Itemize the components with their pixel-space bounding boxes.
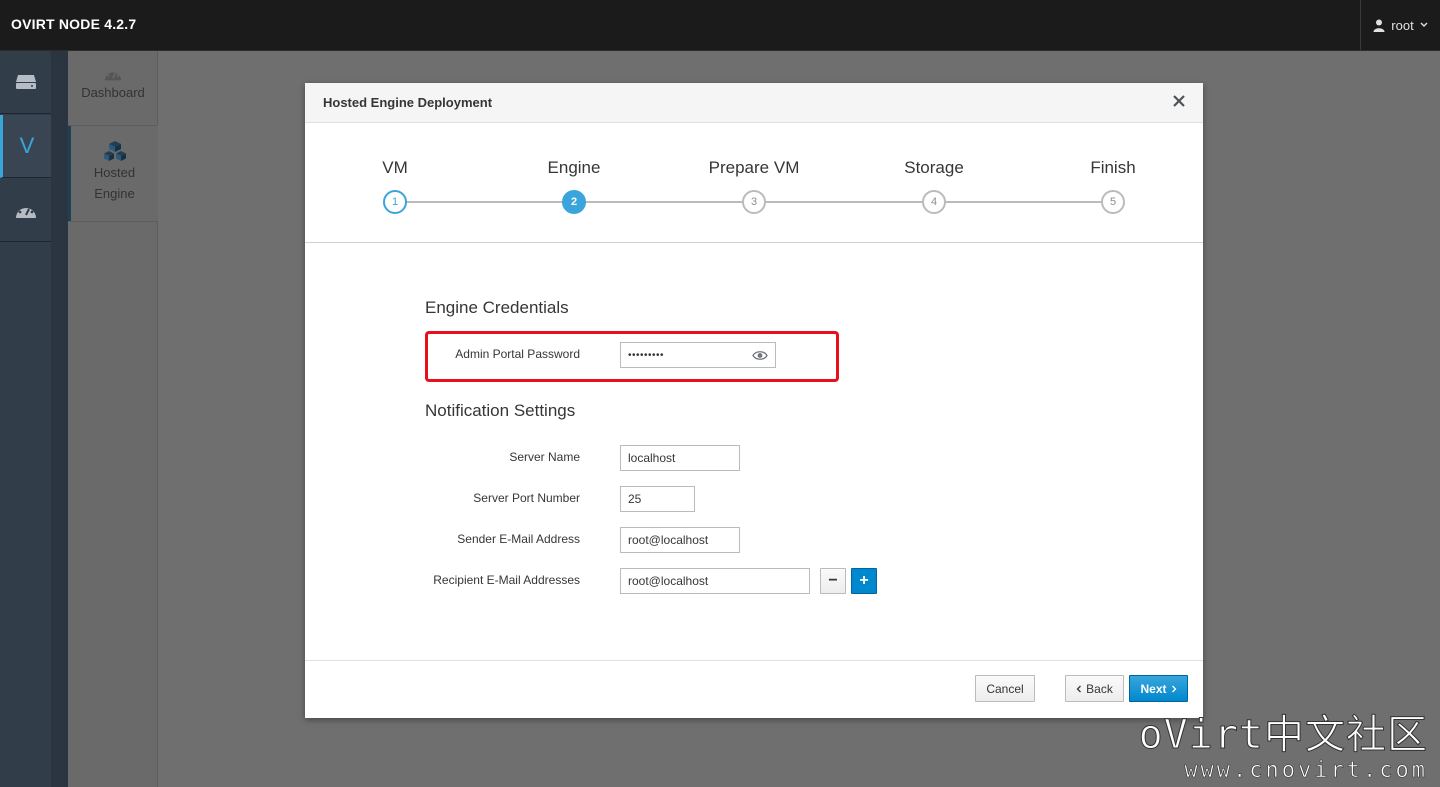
server-icon — [15, 75, 36, 89]
recipient-email-label: Recipient E-Mail Addresses — [433, 573, 580, 587]
step-label-vm[interactable]: VM — [382, 158, 408, 178]
chevron-left-icon — [1076, 685, 1082, 692]
step-circle-1[interactable]: 1 — [383, 190, 407, 214]
cancel-button[interactable]: Cancel — [975, 675, 1035, 702]
next-button[interactable]: Next — [1129, 675, 1188, 702]
step-label-engine[interactable]: Engine — [548, 158, 601, 178]
server-port-input[interactable]: 25 — [620, 486, 695, 512]
sender-email-input[interactable]: root@localhost — [620, 527, 740, 553]
deployment-modal: Hosted Engine Deployment VM 1 Engine 2 P… — [305, 83, 1203, 718]
subnav-label: Dashboard — [81, 85, 145, 100]
recipient-email-value: root@localhost — [628, 574, 709, 588]
close-icon[interactable] — [1171, 93, 1187, 109]
subnav-item-hosted-engine[interactable]: Hosted Engine — [68, 126, 158, 221]
eye-icon[interactable] — [752, 350, 768, 361]
subnav-label-line2: Engine — [94, 186, 135, 201]
sender-email-value: root@localhost — [628, 533, 709, 547]
server-name-value: localhost — [628, 451, 676, 465]
recipient-email-input[interactable]: root@localhost — [620, 568, 810, 594]
password-label: Admin Portal Password — [455, 347, 580, 361]
modal-footer: Cancel Back Next — [305, 660, 1203, 718]
server-name-label: Server Name — [509, 450, 580, 464]
back-label: Back — [1086, 681, 1113, 696]
password-value: ••••••••• — [628, 349, 665, 361]
subnav-item-dashboard[interactable]: Dashboard — [68, 66, 158, 103]
server-port-value: 25 — [628, 492, 642, 506]
virtualization-icon: V — [19, 133, 35, 158]
top-navbar: OVIRT NODE 4.2.7 root — [0, 0, 1440, 51]
server-name-input[interactable]: localhost — [620, 445, 740, 471]
modal-body: Engine Credentials Admin Portal Password… — [305, 244, 1203, 660]
watermark-url: www.cnovirt.com — [1184, 758, 1428, 784]
sender-email-label: Sender E-Mail Address — [457, 532, 580, 546]
rail-item-host[interactable] — [0, 51, 51, 114]
next-label: Next — [1140, 681, 1167, 696]
step-circle-2[interactable]: 2 — [562, 190, 586, 214]
rail-item-virtualization[interactable]: V — [0, 115, 51, 178]
section-title-engine-credentials: Engine Credentials — [425, 298, 569, 317]
cubes-icon — [103, 141, 126, 161]
chevron-right-icon — [1171, 685, 1176, 692]
step-circle-5[interactable]: 5 — [1101, 190, 1125, 214]
user-name: root — [1391, 17, 1414, 33]
wizard-steps: VM 1 Engine 2 Prepare VM 3 Storage 4 Fin… — [305, 123, 1203, 243]
remove-recipient-button[interactable]: − — [820, 568, 846, 594]
step-label-finish[interactable]: Finish — [1090, 158, 1135, 178]
admin-password-input[interactable]: ••••••••• — [620, 342, 776, 368]
user-icon — [1373, 19, 1385, 32]
add-recipient-button[interactable]: + — [851, 568, 877, 594]
step-circle-4[interactable]: 4 — [922, 190, 946, 214]
user-menu[interactable]: root — [1360, 0, 1440, 50]
step-label-prepare-vm[interactable]: Prepare VM — [709, 158, 800, 178]
watermark: oVirt中文社区 www.cnovirt.com — [1138, 712, 1428, 784]
dashboard-gauge-icon — [15, 203, 36, 218]
rail-item-dashboard[interactable] — [0, 179, 51, 242]
dashboard-gauge-icon — [105, 68, 121, 81]
back-button[interactable]: Back — [1065, 675, 1124, 702]
section-title-notification: Notification Settings — [425, 401, 576, 420]
server-port-label: Server Port Number — [473, 491, 580, 505]
cancel-label: Cancel — [986, 681, 1024, 696]
step-circle-3[interactable]: 3 — [742, 190, 766, 214]
modal-header: Hosted Engine Deployment — [305, 83, 1203, 123]
subnav-label-line1: Hosted — [93, 165, 136, 180]
watermark-title: oVirt中文社区 — [1138, 712, 1428, 759]
modal-title: Hosted Engine Deployment — [323, 95, 493, 110]
chevron-down-icon — [1420, 22, 1428, 27]
step-label-storage[interactable]: Storage — [904, 158, 964, 178]
brand-title: OVIRT NODE 4.2.7 — [11, 16, 137, 32]
